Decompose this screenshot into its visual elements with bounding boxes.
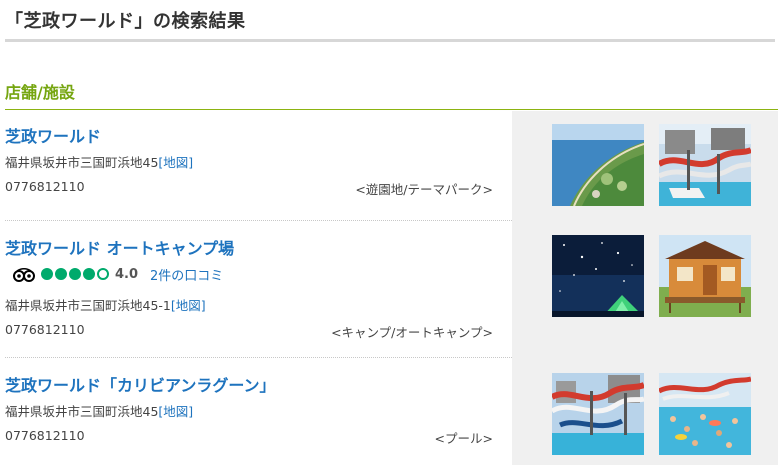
thumbnail-panel — [512, 111, 778, 221]
page-title: 「芝政ワールド」の検索結果 — [5, 11, 246, 32]
water-slide-photo[interactable] — [659, 124, 751, 206]
result-item: 芝政ワールド「カリビアンラグーン」 福井県坂井市三国町浜地45[地図] 0776… — [5, 358, 778, 465]
phone-number: 0776812110 — [5, 322, 85, 337]
category-label: <プール> — [434, 431, 493, 446]
shop-name-link[interactable]: 芝政ワールド「カリビアンラグーン」 — [5, 372, 276, 396]
result-item: 芝政ワールド 福井県坂井市三国町浜地45[地図] 0776812110 <遊園地… — [5, 111, 778, 221]
map-link[interactable]: [地図] — [158, 404, 193, 419]
address-text: 福井県坂井市三国町浜地45 — [5, 404, 159, 419]
wave-pool-photo[interactable] — [659, 373, 751, 455]
section-header: 店舗/施設 — [5, 76, 778, 110]
result-item: 芝政ワールド オートキャンプ場 4.0 2件の口コミ 福井県坂井市三国町浜地45… — [5, 221, 778, 358]
address-text: 福井県坂井市三国町浜地45-1 — [5, 298, 171, 313]
rating-score: 4.0 — [115, 266, 139, 282]
reviews-link[interactable]: 2件の口コミ — [150, 265, 223, 284]
address: 福井県坂井市三国町浜地45-1[地図] — [5, 295, 206, 314]
rating-row: 4.0 2件の口コミ — [13, 265, 223, 284]
phone-number: 0776812110 — [5, 179, 85, 194]
address: 福井県坂井市三国町浜地45[地図] — [5, 401, 193, 420]
result-info: 芝政ワールド オートキャンプ場 4.0 2件の口コミ 福井県坂井市三国町浜地45… — [5, 221, 512, 358]
category-label: <遊園地/テーマパーク> — [355, 182, 493, 197]
shop-name-link[interactable]: 芝政ワールド オートキャンプ場 — [5, 235, 234, 259]
cabin-photo[interactable] — [659, 235, 751, 317]
aerial-coast-photo[interactable] — [552, 124, 644, 206]
rating-bubble-filled — [55, 268, 67, 280]
rating-bubble-filled — [69, 268, 81, 280]
water-slide-photo[interactable] — [552, 373, 644, 455]
category-label: <キャンプ/オートキャンプ> — [331, 325, 493, 340]
address: 福井県坂井市三国町浜地45[地図] — [5, 152, 193, 171]
rating-bubble-filled — [41, 268, 53, 280]
map-link[interactable]: [地図] — [158, 155, 193, 170]
section-title: 店舗/施設 — [5, 83, 75, 102]
map-link[interactable]: [地図] — [171, 298, 206, 313]
thumbnail-panel — [512, 221, 778, 358]
night-sky-tent-photo[interactable] — [552, 235, 644, 317]
result-info: 芝政ワールド 福井県坂井市三国町浜地45[地図] 0776812110 <遊園地… — [5, 111, 512, 221]
tripadvisor-owl-icon — [13, 267, 35, 282]
thumbnail-panel — [512, 358, 778, 465]
phone-number: 0776812110 — [5, 428, 85, 443]
rating-bubble-empty — [97, 268, 109, 280]
page-header: 「芝政ワールド」の検索結果 — [5, 0, 775, 42]
address-text: 福井県坂井市三国町浜地45 — [5, 155, 159, 170]
rating-bubble-filled — [83, 268, 95, 280]
shop-name-link[interactable]: 芝政ワールド — [5, 123, 101, 147]
result-info: 芝政ワールド「カリビアンラグーン」 福井県坂井市三国町浜地45[地図] 0776… — [5, 358, 512, 465]
